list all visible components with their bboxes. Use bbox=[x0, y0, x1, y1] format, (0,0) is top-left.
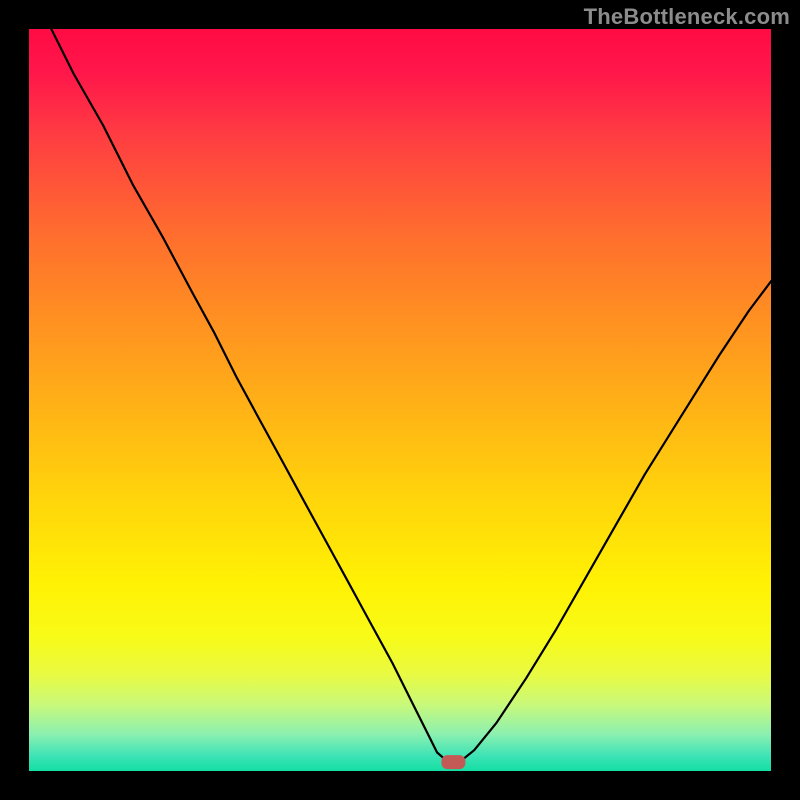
watermark-text: TheBottleneck.com bbox=[584, 4, 790, 30]
plot-area bbox=[29, 29, 771, 771]
optimal-point-marker bbox=[441, 755, 465, 769]
chart-frame: TheBottleneck.com bbox=[0, 0, 800, 800]
bottleneck-curve-svg bbox=[29, 29, 771, 771]
bottleneck-curve bbox=[51, 29, 771, 762]
